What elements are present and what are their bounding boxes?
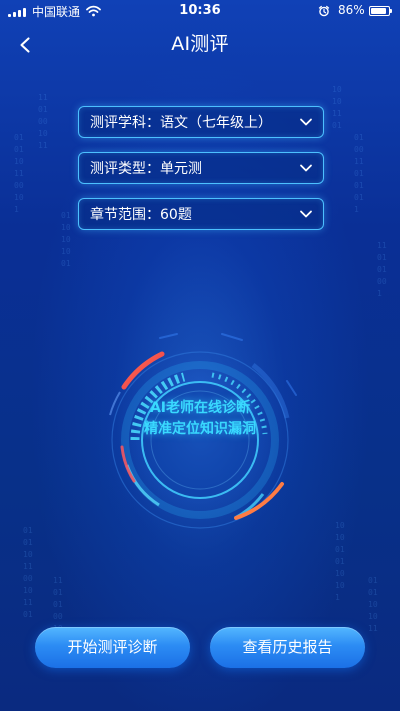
battery-level-fill (371, 8, 386, 14)
subject-selector[interactable]: 测评学科：语文（七年级上） (78, 106, 324, 138)
chevron-down-icon (300, 164, 312, 172)
bottom-actions: 开始测评诊断 查看历史报告 (0, 627, 400, 669)
type-selector[interactable]: 测评类型：单元测 (78, 152, 324, 184)
navigation-bar: AI测评 (0, 24, 400, 68)
battery-percent: 86% (338, 3, 365, 17)
chapter-range-selector-label: 章节范围：60题 (90, 207, 192, 223)
page-title: AI测评 (171, 33, 229, 55)
alarm-icon (318, 5, 330, 17)
evaluation-options: 测评学科：语文（七年级上） 测评类型：单元测 章节范围：60题 (78, 106, 324, 244)
chevron-down-icon (300, 118, 312, 126)
start-evaluation-button[interactable]: 开始测评诊断 (35, 627, 190, 668)
radar-graphic (88, 328, 312, 552)
radar-message: AI老师在线诊断 精准定位知识漏洞 (82, 398, 318, 440)
status-bar: 中国联通 10:36 86% (0, 0, 400, 24)
subject-selector-label: 测评学科：语文（七年级上） (90, 115, 272, 131)
ai-diagnosis-radar: AI老师在线诊断 精准定位知识漏洞 (82, 322, 318, 558)
ai-evaluation-screen: 0101101100101 1101001011 0110101001 1010… (0, 0, 400, 711)
radar-message-line-2: 精准定位知识漏洞 (144, 421, 256, 437)
battery-icon (369, 6, 392, 16)
view-history-report-button[interactable]: 查看历史报告 (210, 627, 365, 668)
radar-message-line-1: AI老师在线诊断 (149, 400, 251, 416)
type-selector-label: 测评类型：单元测 (90, 161, 202, 177)
chevron-down-icon (300, 210, 312, 218)
chapter-range-selector[interactable]: 章节范围：60题 (78, 198, 324, 230)
